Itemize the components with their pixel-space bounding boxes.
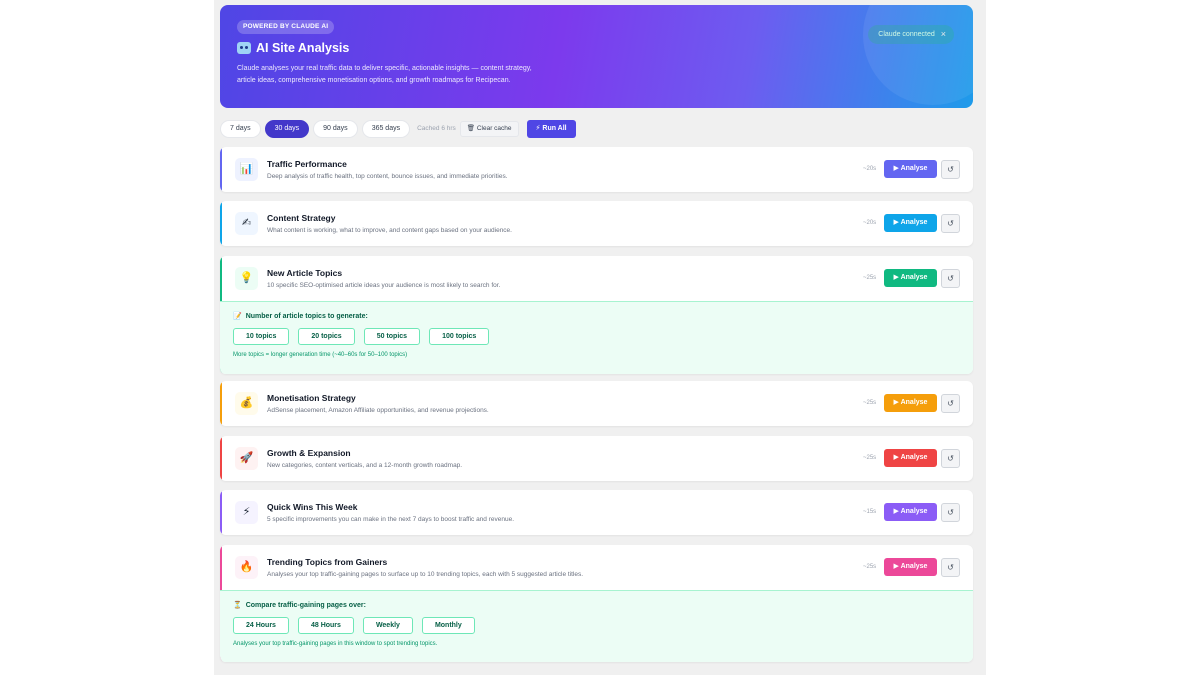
range-90-days[interactable]: 90 days: [313, 119, 358, 138]
topic-count-chip[interactable]: 20 topics: [298, 328, 355, 345]
topics-chip-group: 10 topics 20 topics 50 topics 100 topics: [233, 328, 960, 345]
page-title-text: AI Site Analysis: [256, 41, 350, 55]
period-chip[interactable]: 24 Hours: [233, 617, 289, 634]
period-chip[interactable]: Monthly: [421, 617, 475, 634]
card-title: Traffic Performance: [267, 159, 347, 169]
card-title: Quick Wins This Week: [267, 502, 358, 512]
hero-banner: POWERED BY CLAUDE AI AI Site Analysis Cl…: [220, 5, 973, 108]
trending-options-label-text: Compare traffic-gaining pages over:: [245, 601, 366, 609]
range-7-days[interactable]: 7 days: [220, 119, 261, 138]
trending-options-panel: ⏳ Compare traffic-gaining pages over: 24…: [220, 590, 973, 662]
time-estimate: ~20s: [863, 166, 877, 172]
card-description: Deep analysis of traffic health, top con…: [267, 173, 508, 180]
period-chip[interactable]: Weekly: [362, 617, 413, 634]
analysis-card-traffic-performance: 📊 Traffic Performance Deep analysis of t…: [220, 147, 973, 192]
refresh-icon[interactable]: ↺: [941, 394, 960, 413]
writing-hand-icon: ✍: [235, 212, 258, 235]
time-estimate: ~20s: [863, 220, 877, 226]
time-estimate: ~25s: [863, 400, 877, 406]
refresh-icon[interactable]: ↺: [941, 214, 960, 233]
period-chip[interactable]: 48 Hours: [297, 617, 354, 634]
run-all-button[interactable]: ⚡ Run All: [526, 119, 576, 138]
topic-count-chip[interactable]: 100 topics: [429, 328, 490, 345]
hourglass-icon: ⏳: [233, 602, 242, 609]
topic-count-chip[interactable]: 10 topics: [233, 328, 290, 345]
analysis-card-content-strategy: ✍ Content Strategy What content is worki…: [220, 201, 973, 246]
analyse-button[interactable]: ▶ Analyse: [884, 449, 937, 467]
robot-icon: [237, 42, 251, 54]
trending-options-label: ⏳ Compare traffic-gaining pages over:: [233, 601, 960, 610]
card-description: 10 specific SEO-optimised article ideas …: [267, 282, 501, 289]
hero-description: Claude analyses your real traffic data t…: [237, 65, 532, 84]
analyse-button[interactable]: ▶ Analyse: [884, 394, 937, 412]
card-title: Content Strategy: [267, 213, 336, 223]
connected-label: Claude connected: [878, 31, 935, 38]
topics-options-label-text: Number of article topics to generate:: [245, 312, 368, 320]
powered-by-badge: POWERED BY CLAUDE AI: [237, 20, 335, 34]
analysis-card-trending-topics: 🔥 Trending Topics from Gainers Analyses …: [220, 545, 973, 662]
trending-note: Analyses your top traffic-gaining pages …: [233, 641, 438, 647]
analysis-toolbar: 7 days 30 days 90 days 365 days Cached 6…: [220, 119, 576, 138]
topics-options-panel: 📝 Number of article topics to generate: …: [220, 301, 973, 374]
analyse-button[interactable]: ▶ Analyse: [884, 558, 937, 576]
refresh-icon[interactable]: ↺: [941, 503, 960, 522]
close-icon[interactable]: ×: [941, 25, 946, 44]
analysis-card-quick-wins: ⚡ Quick Wins This Week 5 specific improv…: [220, 490, 973, 535]
analysis-card-monetisation-strategy: 💰 Monetisation Strategy AdSense placemen…: [220, 381, 973, 426]
lightbulb-icon: 💡: [235, 267, 258, 290]
card-description: Analyses your top traffic-gaining pages …: [267, 571, 584, 578]
analysis-card-growth-expansion: 🚀 Growth & Expansion New categories, con…: [220, 436, 973, 481]
trending-chip-group: 24 Hours 48 Hours Weekly Monthly: [233, 617, 960, 634]
time-estimate: ~25s: [863, 455, 877, 461]
fire-icon: 🔥: [235, 556, 258, 579]
cache-status: Cached 6 hrs: [417, 125, 456, 132]
card-title: New Article Topics: [267, 268, 343, 278]
page-container: POWERED BY CLAUDE AI AI Site Analysis Cl…: [214, 0, 986, 675]
card-description: What content is working, what to improve…: [267, 227, 512, 234]
hero-decor-circle: [863, 5, 973, 105]
analyse-button[interactable]: ▶ Analyse: [884, 269, 937, 287]
memo-icon: 📝: [233, 313, 242, 320]
analysis-card-new-article-topics: 💡 New Article Topics 10 specific SEO-opt…: [220, 256, 973, 374]
refresh-icon[interactable]: ↺: [941, 449, 960, 468]
lightning-icon: ⚡: [235, 501, 258, 524]
time-estimate: ~25s: [863, 564, 877, 570]
clear-cache-button[interactable]: 🗑 Clear cache: [459, 120, 519, 137]
time-estimate: ~25s: [863, 275, 877, 281]
analyse-button[interactable]: ▶ Analyse: [884, 214, 937, 232]
card-description: AdSense placement, Amazon Affiliate oppo…: [267, 407, 489, 414]
rocket-icon: 🚀: [235, 447, 258, 470]
topics-note: More topics = longer generation time (~4…: [233, 352, 408, 358]
analyse-button[interactable]: ▶ Analyse: [884, 160, 937, 178]
bar-chart-icon: 📊: [235, 158, 258, 181]
topics-options-label: 📝 Number of article topics to generate:: [233, 312, 960, 321]
card-title: Trending Topics from Gainers: [267, 557, 388, 567]
time-estimate: ~15s: [863, 509, 877, 515]
range-365-days[interactable]: 365 days: [361, 119, 411, 138]
card-title: Monetisation Strategy: [267, 393, 356, 403]
page-title: AI Site Analysis: [237, 41, 349, 55]
topic-count-chip[interactable]: 50 topics: [363, 328, 421, 345]
card-description: 5 specific improvements you can make in …: [267, 516, 515, 523]
card-description: New categories, content verticals, and a…: [267, 462, 463, 469]
money-bag-icon: 💰: [235, 392, 258, 415]
card-title: Growth & Expansion: [267, 448, 351, 458]
analyse-button[interactable]: ▶ Analyse: [884, 503, 937, 521]
claude-connected-badge: Claude connected ×: [868, 25, 954, 44]
range-30-days[interactable]: 30 days: [264, 119, 310, 138]
refresh-icon[interactable]: ↺: [941, 160, 960, 179]
refresh-icon[interactable]: ↺: [941, 269, 960, 288]
refresh-icon[interactable]: ↺: [941, 558, 960, 577]
